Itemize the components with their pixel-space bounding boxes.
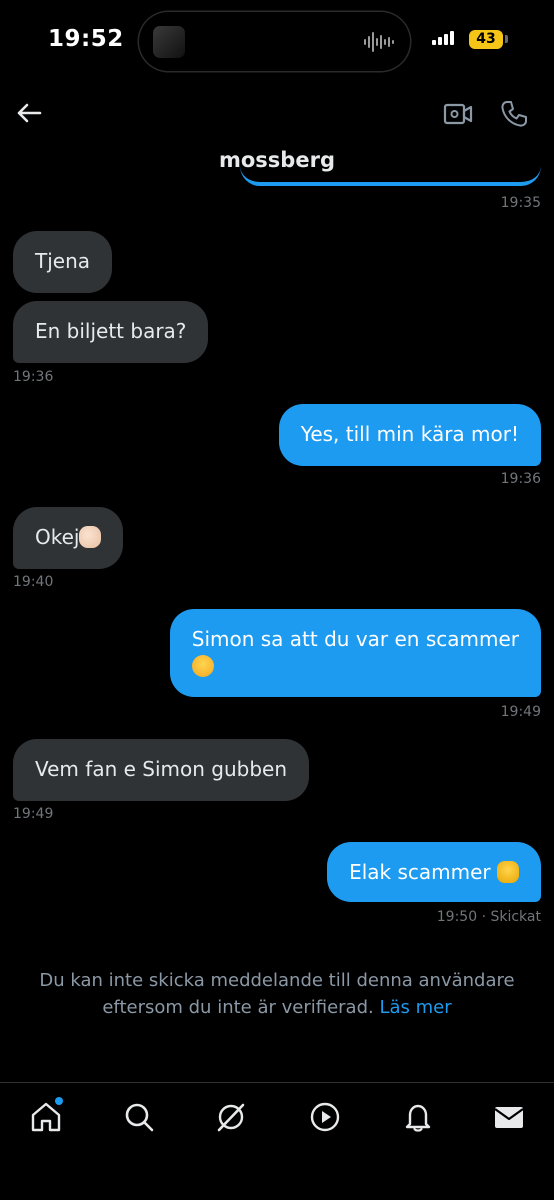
audio-waveform-icon — [364, 31, 394, 53]
grok-icon[interactable] — [214, 1100, 248, 1134]
video-play-icon[interactable] — [308, 1100, 342, 1134]
verification-notice: Du kan inte skicka meddelande till denna… — [20, 967, 534, 1021]
conversation-title[interactable]: mossberg — [0, 148, 554, 172]
tab-bar-divider — [0, 1082, 554, 1083]
now-playing-artwork — [153, 26, 185, 58]
message-timestamp: 19:40 — [13, 574, 54, 590]
message-timestamp: 19:49 — [500, 704, 541, 720]
status-time: 19:52 — [48, 26, 124, 52]
message-timestamp: 19:49 — [13, 806, 54, 822]
incoming-message-bubble[interactable]: Vem fan e Simon gubben — [13, 739, 310, 801]
learn-more-link[interactable]: Läs mer — [379, 997, 451, 1018]
loudly-crying-face-emoji-icon — [191, 655, 214, 677]
incoming-message-bubble[interactable]: En biljett bara? — [13, 301, 209, 363]
message-timestamp: 19:36 — [13, 369, 54, 385]
incoming-message-bubble[interactable]: Tjena — [13, 231, 113, 293]
message-timestamp: 19:35 — [500, 195, 541, 211]
outgoing-message-bubble[interactable]: Elak scammer — [327, 842, 541, 902]
message-timestamp-status: 19:50 · Skickat — [437, 909, 541, 925]
message-text: Elak scammer — [349, 860, 491, 884]
outgoing-message-bubble[interactable]: Yes, till min kära mor! — [278, 404, 541, 466]
messages-envelope-icon[interactable] — [492, 1100, 526, 1134]
oncoming-fist-emoji-icon — [497, 861, 519, 883]
phone-call-icon[interactable] — [499, 99, 529, 129]
search-icon[interactable] — [122, 1100, 156, 1134]
battery-cap — [505, 35, 508, 43]
video-call-icon[interactable] — [443, 99, 473, 129]
message-text: Simon sa att du var en scammer — [191, 627, 519, 651]
thumbs-up-emoji-icon — [79, 526, 102, 548]
notifications-bell-icon[interactable] — [401, 1100, 435, 1134]
message-status: · Skickat — [481, 909, 541, 925]
message-text: Okej — [35, 525, 80, 549]
battery-indicator: 43 — [469, 30, 503, 49]
dynamic-island — [139, 12, 410, 71]
outgoing-message-bubble[interactable]: Simon sa att du var en scammer — [169, 609, 541, 697]
incoming-message-bubble[interactable]: Okej — [13, 507, 124, 569]
message-timestamp: 19:36 — [500, 471, 541, 487]
home-icon[interactable] — [29, 1100, 63, 1134]
cellular-signal-icon — [432, 31, 454, 45]
message-time: 19:50 — [436, 909, 478, 925]
home-notification-dot — [55, 1097, 63, 1105]
back-arrow-icon[interactable] — [14, 98, 44, 128]
